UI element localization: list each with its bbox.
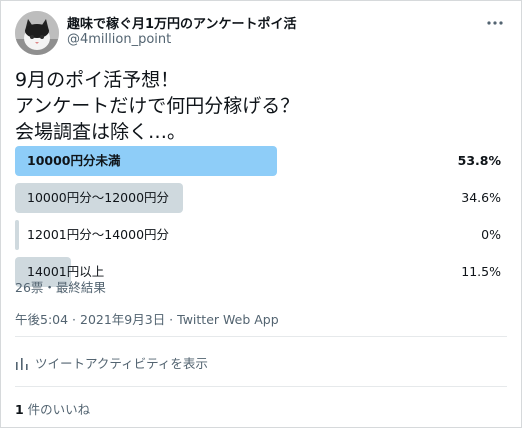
more-icon[interactable] <box>485 15 505 29</box>
avatar[interactable] <box>15 11 59 55</box>
poll-option-percent: 0% <box>481 227 501 242</box>
view-activity-button[interactable]: ツイートアクティビティを表示 <box>15 353 208 372</box>
timestamp[interactable]: 午後5:04 · 2021年9月3日 · Twitter Web App <box>15 309 279 328</box>
poll-option-percent: 53.8% <box>457 153 501 168</box>
activity-chart-icon <box>16 357 28 370</box>
poll-option-percent: 11.5% <box>461 264 501 279</box>
divider <box>15 386 507 387</box>
poll-option-label: 12001円分～14000円分 <box>27 227 170 242</box>
likes-count: 1 <box>15 402 24 417</box>
poll-option: 10000円分未満 53.8% <box>15 146 501 176</box>
avatar-cat-photo <box>15 11 59 55</box>
poll-option-percent: 34.6% <box>461 190 501 205</box>
poll-meta: 26票・最終結果 <box>15 280 106 295</box>
likes[interactable]: 1 件のいいね <box>15 399 90 418</box>
author-handle[interactable]: @4million_point <box>67 32 171 47</box>
tweet-card: 趣味で稼ぐ月1万円のアンケートポイ活 @4million_point 9月のポイ… <box>0 0 522 428</box>
poll-option-label: 10000円分～12000円分 <box>27 190 170 205</box>
activity-label: ツイートアクティビティを表示 <box>35 356 208 371</box>
author-name[interactable]: 趣味で稼ぐ月1万円のアンケートポイ活 <box>67 13 297 32</box>
poll-bar <box>15 220 19 250</box>
poll-option: 12001円分～14000円分 0% <box>15 220 501 250</box>
poll-option-label: 10000円分未満 <box>27 153 121 168</box>
likes-label: 件のいいね <box>23 402 91 417</box>
divider <box>15 336 507 337</box>
poll-option: 10000円分～12000円分 34.6% <box>15 183 501 213</box>
tweet-text: 9月のポイ活予想！ アンケートだけで何円分稼げる？ 会場調査は除く…。 <box>15 69 300 143</box>
poll: 10000円分未満 53.8% 10000円分～12000円分 34.6% 12001円… <box>15 146 501 294</box>
